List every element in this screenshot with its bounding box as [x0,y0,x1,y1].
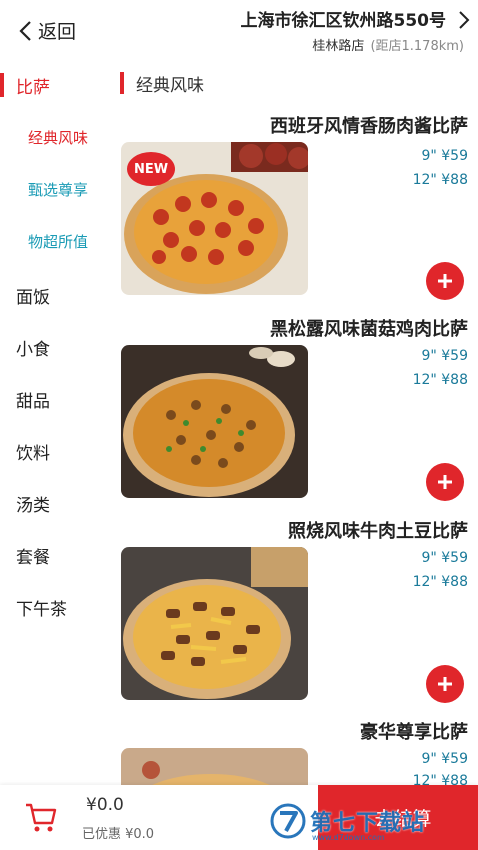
active-indicator [0,73,4,97]
store-distance: (距店1.178km) [370,39,464,54]
chevron-right-icon[interactable] [458,10,470,30]
cart-bar: ¥0.0 已优惠 ¥0.0 去结算 第七下载站 www.d7down.com [0,785,478,850]
product-image[interactable] [121,547,308,700]
category-label: 小食 [16,339,50,360]
sidebar-item-snacks[interactable]: 小食 [0,332,118,362]
subcategory-label: 物超所值 [28,232,89,251]
chevron-left-icon [19,20,31,41]
price-9-inch: 9" ¥59 [421,751,468,767]
new-badge: NEW [127,152,175,186]
back-label: 返回 [38,21,77,43]
product-image[interactable] [121,345,308,498]
product-name: 黑松露风味菌菇鸡肉比萨 [270,319,468,340]
pizza-image [121,547,308,700]
category-label: 面饭 [16,287,50,308]
product-card[interactable]: 西班牙风情香肠肉酱比萨 NEW 9" ¥59 12" ¥88 [118,112,478,312]
watermark-logo-icon [270,803,306,839]
back-button[interactable]: 返回 [18,17,76,44]
section-header: 经典风味 [118,68,478,98]
product-card[interactable]: 照烧风味牛肉土豆比萨 9" ¥59 12" ¥88 [118,517,478,717]
sidebar-item-afternoon-tea[interactable]: 下午茶 [0,592,118,622]
sidebar-item-combos[interactable]: 套餐 [0,540,118,570]
category-label: 汤类 [16,495,50,516]
discount-amount: 已优惠 ¥0.0 [82,827,155,842]
subcategory-value[interactable]: 物超所值 [0,227,118,255]
price-12-inch: 12" ¥88 [412,574,468,590]
add-to-cart-button[interactable] [426,463,464,501]
category-label: 甜品 [16,391,50,412]
delivery-address[interactable]: 上海市徐汇区钦州路550号 [241,6,447,31]
pizza-image [121,345,308,498]
store-name: 桂林路店 [312,39,365,54]
price-12-inch: 12" ¥88 [412,172,468,188]
cart-icon[interactable] [24,801,58,833]
product-card[interactable]: 豪华尊享比萨 9" ¥59 12" ¥88 [118,718,478,785]
subcategory-premium[interactable]: 甄选尊享 [0,175,118,203]
plus-icon [438,475,452,489]
category-label: 饮料 [16,443,50,464]
product-image[interactable]: NEW [121,142,308,295]
product-name: 豪华尊享比萨 [360,722,468,743]
category-label: 套餐 [16,547,50,568]
price-12-inch: 12" ¥88 [412,773,468,785]
price-9-inch: 9" ¥59 [421,148,468,164]
category-label: 比萨 [16,77,50,98]
sidebar-item-drinks[interactable]: 饮料 [0,436,118,466]
price-12-inch: 12" ¥88 [412,372,468,388]
product-name: 西班牙风情香肠肉酱比萨 [270,116,468,137]
product-image[interactable] [121,748,308,785]
subcategory-label: 经典风味 [28,128,89,147]
store-info: 桂林路店 (距店1.178km) [312,35,464,54]
price-9-inch: 9" ¥59 [421,348,468,364]
product-name: 照烧风味牛肉土豆比萨 [288,521,468,542]
add-to-cart-button[interactable] [426,665,464,703]
section-title: 经典风味 [136,75,204,96]
subcategory-classic[interactable]: 经典风味 [0,123,118,151]
plus-icon [438,274,452,288]
section-marker [120,72,124,94]
pizza-image [121,748,308,785]
category-label: 下午茶 [16,599,67,620]
sidebar-item-desserts[interactable]: 甜品 [0,384,118,414]
sidebar-item-noodles-rice[interactable]: 面饭 [0,280,118,310]
sidebar-item-pizza[interactable]: 比萨 [0,70,118,100]
add-to-cart-button[interactable] [426,262,464,300]
cart-total: ¥0.0 [86,795,124,815]
sidebar-item-soups[interactable]: 汤类 [0,488,118,518]
plus-icon [438,677,452,691]
watermark-url: www.d7down.com [312,833,385,842]
watermark: 第七下载站 www.d7down.com [270,803,470,842]
price-9-inch: 9" ¥59 [421,550,468,566]
subcategory-label: 甄选尊享 [28,180,89,199]
category-sidebar: 比萨 经典风味 甄选尊享 物超所值 面饭 小食 甜品 饮料 汤类 套餐 下午茶 [0,60,118,785]
product-card[interactable]: 黑松露风味菌菇鸡肉比萨 9" ¥59 12" ¥88 [118,315,478,515]
top-bar: 返回 上海市徐汇区钦州路550号 桂林路店 (距店1.178km) [0,0,478,60]
